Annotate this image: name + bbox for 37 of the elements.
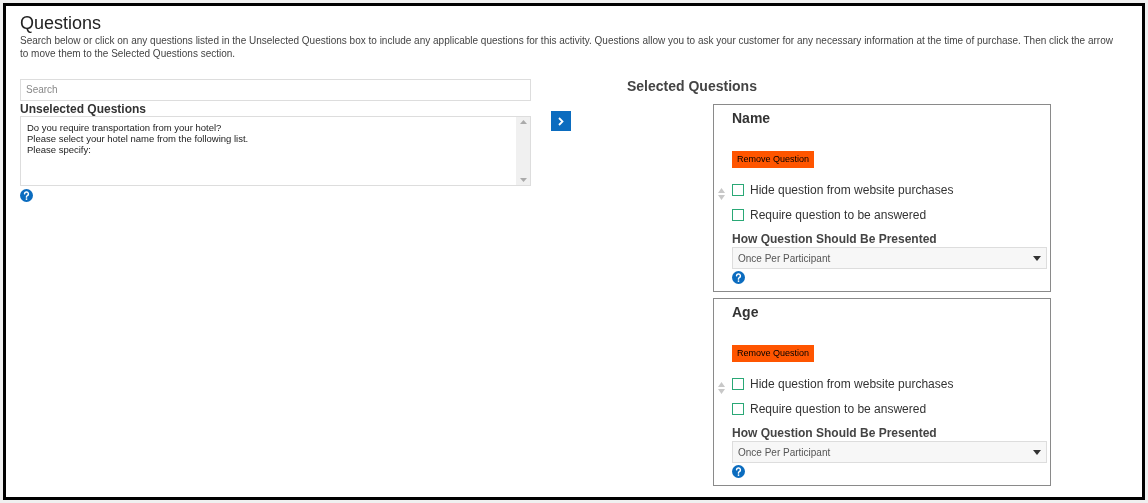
chevron-right-icon [558, 116, 564, 126]
unselected-questions-list[interactable]: Do you require transportation from your hotel? Please select your hotel name from the following list. Please specify: [20, 115, 531, 186]
page-description: Search below or click on any questions listed in the Unselected Questions box to include any applicable questions for this activity. Questions allow you to ask your customer for any necessary information at the time of purchase. Then click the arrow to move them to the Selected Questions section. [20, 34, 1114, 60]
question-option[interactable]: Please select your hotel name from the following list. [27, 132, 510, 144]
remove-question-button[interactable]: Remove Question [732, 345, 815, 362]
checkbox-label: Require question to be answered [750, 400, 927, 418]
search-field[interactable]: Search [20, 78, 531, 101]
checkbox[interactable] [732, 208, 744, 221]
checkbox-label: Hide question from website purchases [750, 375, 954, 393]
presentation-label: How Question Should Be Presented [732, 231, 938, 247]
drag-handle-icon[interactable] [718, 382, 725, 394]
dropdown-caret-icon [1033, 449, 1041, 455]
checkbox[interactable] [732, 183, 744, 196]
dropdown-caret-icon [1033, 255, 1041, 261]
help-icon[interactable] [732, 465, 745, 478]
presentation-dropdown[interactable]: Once Per Participant [732, 247, 1047, 269]
question-option[interactable]: Do you require transportation from your hotel? [27, 121, 510, 133]
checkbox[interactable] [732, 402, 744, 415]
question-title: Name [732, 109, 772, 128]
scroll-up-icon[interactable] [519, 119, 527, 124]
checkbox-label: Hide question from website purchases [750, 181, 954, 199]
scroll-down-icon[interactable] [519, 177, 527, 182]
unselected-label: Unselected Questions [20, 101, 148, 116]
presentation-label: How Question Should Be Presented [732, 425, 938, 441]
question-title: Age [732, 303, 760, 322]
selected-heading: Selected Questions [627, 77, 758, 95]
drag-handle-icon[interactable] [718, 188, 725, 200]
help-icon[interactable] [20, 188, 33, 202]
help-icon[interactable] [732, 271, 745, 284]
scrollbar[interactable] [516, 116, 530, 185]
question-option[interactable]: Please specify: [27, 143, 510, 155]
checkbox-label: Require question to be answered [750, 206, 927, 224]
presentation-dropdown[interactable]: Once Per Participant [732, 441, 1047, 463]
page-title: Questions [20, 12, 103, 34]
checkbox[interactable] [732, 377, 744, 390]
remove-question-button[interactable]: Remove Question [732, 151, 815, 168]
move-right-button[interactable] [551, 111, 571, 131]
